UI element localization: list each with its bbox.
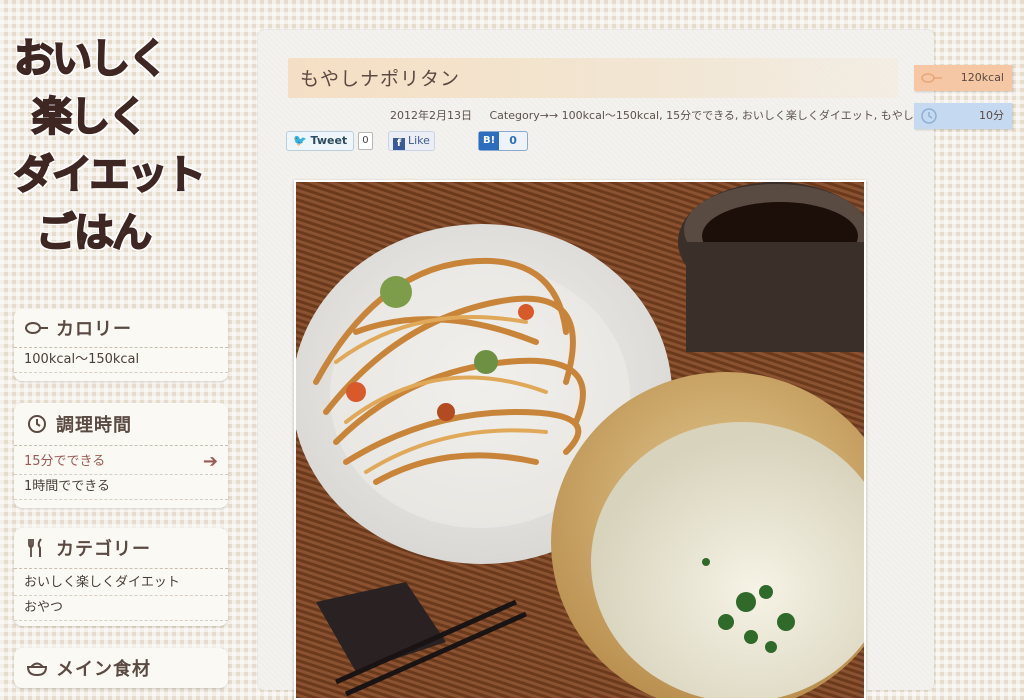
- logo-line-4: ごはん: [35, 209, 153, 257]
- tweet-button[interactable]: 🐦 Tweet: [286, 131, 355, 151]
- calorie-tag-value: 120kcal: [960, 71, 1004, 84]
- post-title[interactable]: もやしナポリタン: [300, 64, 460, 91]
- like-label: Like: [408, 134, 430, 147]
- facebook-icon: f: [393, 138, 405, 150]
- logo-line-2: 楽しく: [31, 93, 149, 141]
- time-item-15min[interactable]: 15分でできる ➔: [14, 450, 228, 475]
- cooking-time-widget-header: 調理時間: [14, 403, 228, 446]
- cooking-time-widget-title: 調理時間: [56, 415, 132, 436]
- bowl-icon: [24, 658, 50, 678]
- main-ingredient-widget-header: メイン食材: [14, 648, 228, 688]
- tweet-label: Tweet: [310, 134, 348, 147]
- category-item-diet-label: おいしく楽しくダイエット: [24, 575, 180, 590]
- calorie-item[interactable]: 100kcal〜150kcal: [14, 348, 228, 373]
- fork-knife-icon: [24, 538, 50, 558]
- calorie-widget: カロリー 100kcal〜150kcal: [14, 309, 228, 381]
- tweet-count: 0: [358, 132, 373, 150]
- like-button[interactable]: f Like: [388, 131, 435, 151]
- cooking-time-widget: 調理時間 15分でできる ➔ 1時間でできる: [14, 403, 228, 508]
- time-tag-value: 10分: [979, 109, 1004, 122]
- category-widget-header: カテゴリー: [14, 528, 228, 569]
- post-title-bar: もやしナポリタン: [288, 58, 898, 98]
- recipe-photo[interactable]: [296, 182, 864, 698]
- main-ingredient-widget: メイン食材: [14, 648, 228, 688]
- calorie-widget-header: カロリー: [14, 309, 228, 348]
- calorie-widget-title: カロリー: [56, 319, 132, 340]
- arrow-right-icon: ➔: [202, 451, 218, 472]
- tweet-share: 🐦 Tweet 0: [286, 131, 373, 151]
- clock-icon: [24, 414, 50, 434]
- site-logo[interactable]: おいしく 楽しく ダイエット ごはん: [13, 30, 236, 266]
- post-card: もやしナポリタン 2012年2月13日 Category→→ 100kcal〜1…: [258, 30, 934, 700]
- category-item-snack[interactable]: おやつ: [14, 596, 228, 621]
- category-item-snack-label: おやつ: [24, 600, 64, 615]
- hatena-count: 0: [509, 134, 517, 147]
- hatena-bookmark-button[interactable]: B! 0: [478, 131, 528, 151]
- calorie-tag: 120kcal: [914, 65, 1012, 91]
- post-meta: 2012年2月13日 Category→→ 100kcal〜150kcal, 1…: [390, 107, 914, 123]
- main-ingredient-widget-title: メイン食材: [56, 659, 151, 680]
- hatena-bookmark: B! 0: [478, 131, 528, 151]
- twitter-bird-icon: 🐦: [293, 134, 307, 147]
- logo-line-1: おいしく: [13, 35, 169, 83]
- time-item-1hour-label: 1時間でできる: [24, 479, 111, 494]
- calorie-item-label: 100kcal〜150kcal: [24, 352, 140, 367]
- time-item-15min-label: 15分でできる: [24, 454, 106, 469]
- logo-line-3: ダイエット: [13, 151, 207, 199]
- scale-icon: [24, 318, 50, 338]
- hatena-icon: B!: [479, 132, 500, 150]
- post-date: 2012年2月13日: [390, 109, 472, 122]
- clock-icon: [920, 107, 938, 135]
- time-item-1hour[interactable]: 1時間でできる: [14, 475, 228, 500]
- category-widget-title: カテゴリー: [56, 539, 151, 560]
- time-tag: 10分: [914, 103, 1012, 129]
- facebook-like: f Like: [388, 131, 435, 151]
- scale-icon: [920, 69, 944, 95]
- photo-frame: [294, 180, 866, 700]
- category-widget: カテゴリー おいしく楽しくダイエット おやつ: [14, 528, 228, 626]
- category-item-diet[interactable]: おいしく楽しくダイエット: [14, 571, 228, 596]
- post-categories[interactable]: Category→→ 100kcal〜150kcal, 15分でできる, おいし…: [490, 109, 914, 122]
